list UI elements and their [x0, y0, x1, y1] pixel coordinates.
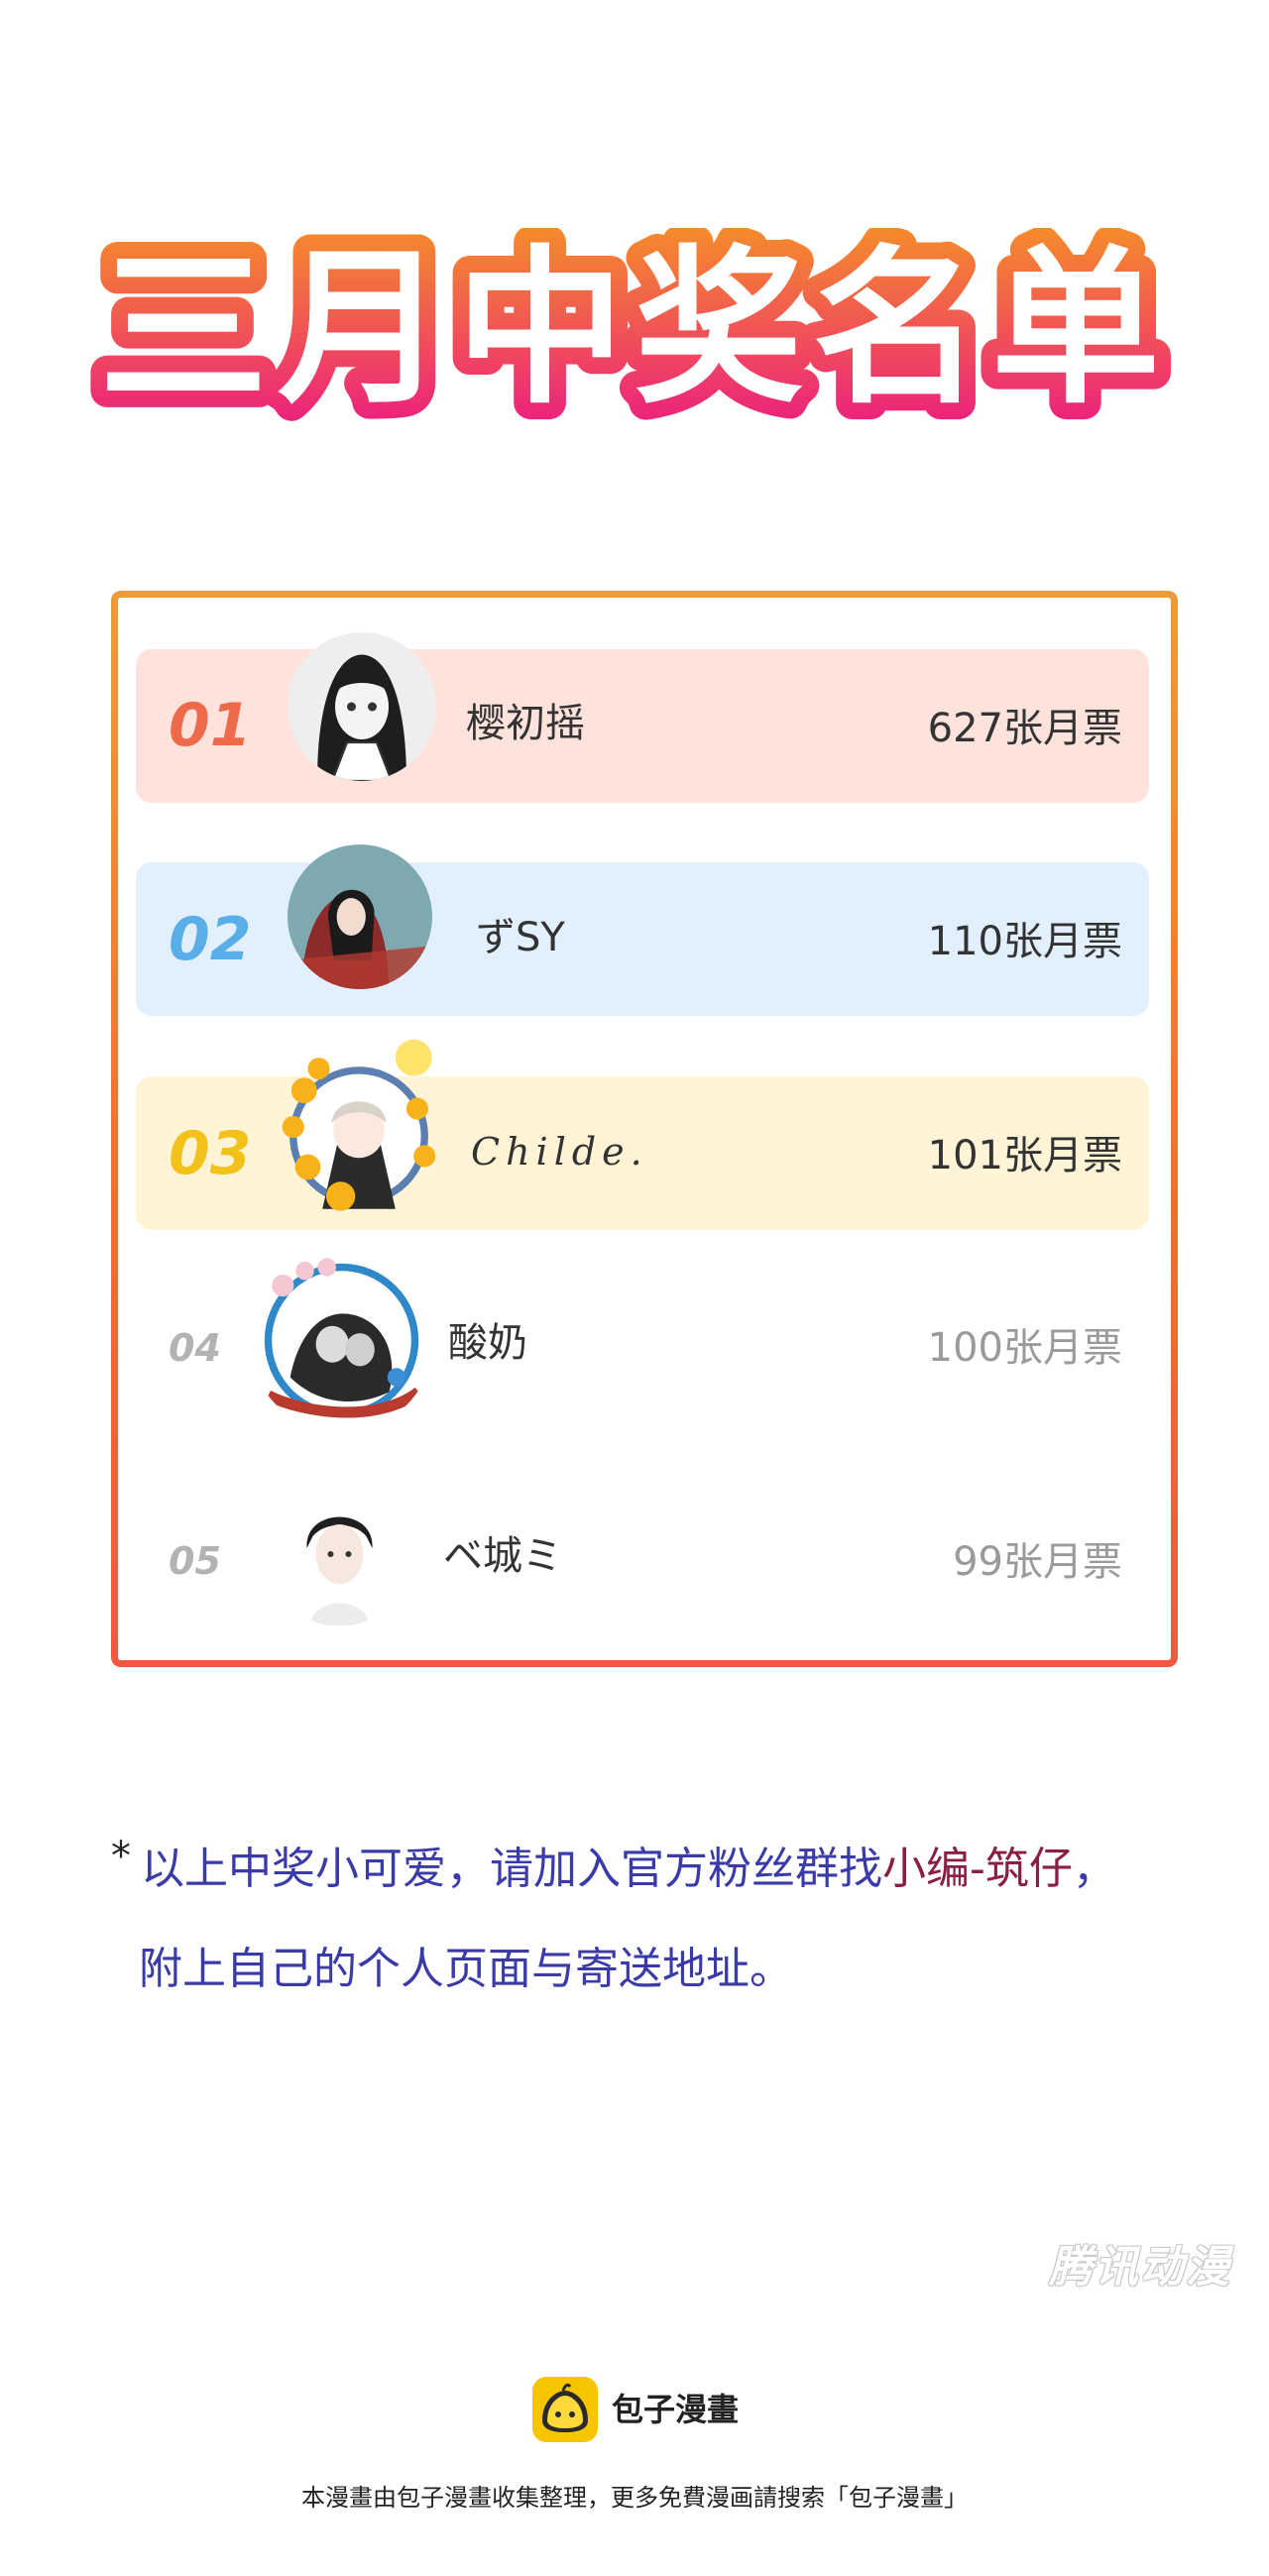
page-title-graphic: 三月中奖名单 三月中奖名单: [82, 228, 1177, 444]
winner-name-1: 樱初摇: [466, 701, 585, 746]
rank-number-3: 03: [169, 1119, 252, 1188]
avatar-1: [288, 632, 436, 781]
avatar-2: [288, 844, 432, 989]
vote-count-3: 101张月票: [927, 1133, 1122, 1178]
instruction-text-1: 以上中奖小可爱，请加入官方粉丝群找: [141, 1844, 882, 1894]
winner-name-3: Childe.: [471, 1130, 648, 1174]
winner-name-2: ずSY: [476, 915, 565, 960]
vote-count-2: 110张月票: [927, 919, 1122, 964]
brand-logo[interactable]: 包子漫畫: [530, 2375, 749, 2444]
vote-count-5: 99张月票: [953, 1539, 1122, 1585]
page-title-fill: 三月中奖名单: [99, 231, 1170, 427]
avatar-4: [250, 1249, 433, 1432]
brand-name: 包子漫畫: [612, 2391, 740, 2428]
baozi-logo-icon: [532, 2377, 598, 2442]
winner-name-5: ベ城ミ: [443, 1533, 562, 1579]
winner-name-4: 酸奶: [448, 1320, 527, 1366]
page-title: 三月中奖名单 三月中奖名单: [0, 228, 1269, 446]
rank-number-2: 02: [169, 905, 252, 974]
vote-count-1: 627张月票: [927, 706, 1122, 751]
tencent-comic-watermark: 腾讯动漫: [1049, 2242, 1231, 2293]
instruction-line-1: * 以上中奖小可爱，请加入官方粉丝群找小编-筑仔，: [111, 1820, 1202, 1920]
avatar-5: [278, 1477, 402, 1625]
avatar-3: [268, 1036, 450, 1218]
instruction-note: * 以上中奖小可爱，请加入官方粉丝群找小编-筑仔， 附上自己的个人页面与寄送地址。: [111, 1820, 1202, 2019]
rank-number-4: 04: [169, 1326, 221, 1370]
instruction-line-2: 附上自己的个人页面与寄送地址。: [139, 1944, 793, 1994]
asterisk-mark: *: [111, 1834, 131, 1879]
rank-number-5: 05: [169, 1539, 221, 1583]
rank-number-1: 01: [169, 691, 252, 760]
vote-count-4: 100张月票: [927, 1325, 1122, 1371]
instruction-comma: ，: [1072, 1844, 1116, 1894]
editor-name: 小编-筑仔: [882, 1844, 1073, 1894]
footer-text: 本漫畫由包子漫畫收集整理，更多免費漫画請搜索「包子漫畫」: [301, 2484, 968, 2512]
